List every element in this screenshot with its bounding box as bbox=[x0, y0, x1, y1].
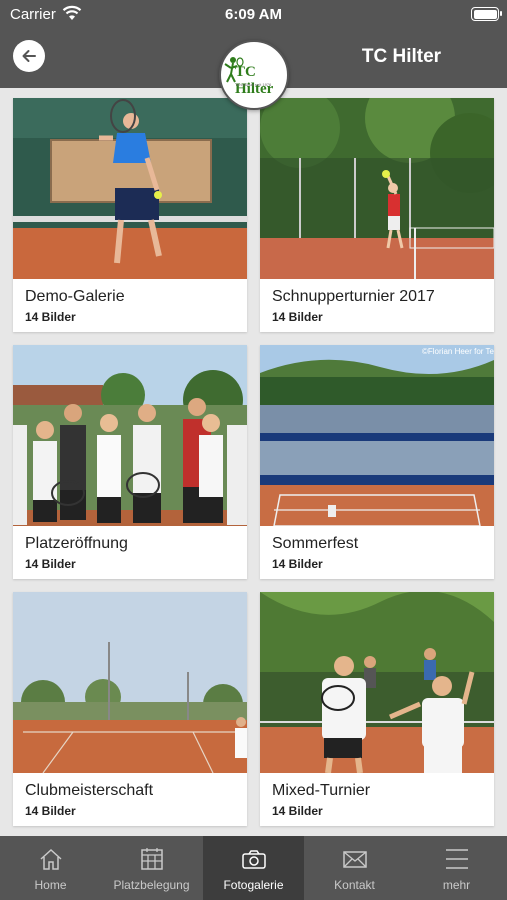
tab-bar: Home Platzbelegung Fotogalerie Kontakt m… bbox=[0, 836, 507, 900]
tab-label: Fotogalerie bbox=[223, 878, 284, 892]
tab-platzbelegung[interactable]: Platzbelegung bbox=[101, 836, 202, 900]
home-icon bbox=[40, 848, 62, 870]
menu-icon bbox=[446, 849, 468, 869]
club-logo: TC Hilter Tennisclub seit 1976 bbox=[219, 40, 289, 110]
tab-label: Home bbox=[34, 878, 67, 892]
calendar-grid-icon bbox=[141, 848, 163, 870]
battery-icon bbox=[471, 7, 502, 21]
gallery-card-platzeroeffnung[interactable]: Platzeröffnung 14 Bilder bbox=[13, 345, 247, 579]
tab-label: Platzbelegung bbox=[113, 878, 190, 892]
page-title: TC Hilter bbox=[361, 46, 442, 67]
logo-text: TC Hilter bbox=[235, 64, 274, 97]
gallery-thumbnail bbox=[260, 592, 494, 773]
gallery-card-schnupperturnier[interactable]: Schnupperturnier 2017 14 Bilder bbox=[260, 98, 494, 332]
gallery-title: Clubmeisterschaft bbox=[25, 782, 154, 799]
gallery-count: 14 Bilder bbox=[25, 557, 76, 571]
logo-subtitle: Tennisclub seit 1976 bbox=[235, 82, 272, 87]
gallery-title: Sommerfest bbox=[272, 535, 359, 552]
gallery-thumbnail: ©Florian Heer for Te bbox=[260, 345, 494, 526]
camera-icon bbox=[242, 850, 266, 869]
gallery-count: 14 Bilder bbox=[25, 804, 76, 818]
tab-fotogalerie[interactable]: Fotogalerie bbox=[203, 836, 304, 900]
gallery-card-demo[interactable]: Demo-Galerie 14 Bilder bbox=[13, 98, 247, 332]
status-bar: Carrier 6:09 AM bbox=[0, 0, 507, 30]
tab-label: Kontakt bbox=[334, 878, 375, 892]
gallery-card-clubmeisterschaft[interactable]: Clubmeisterschaft 14 Bilder bbox=[13, 592, 247, 826]
tab-label: mehr bbox=[442, 878, 471, 892]
gallery-count: 14 Bilder bbox=[272, 557, 323, 571]
envelope-icon bbox=[343, 851, 367, 868]
gallery-count: 14 Bilder bbox=[272, 804, 323, 818]
gallery-card-sommerfest[interactable]: ©Florian Heer for Te Sommerfest 14 Bilde… bbox=[260, 345, 494, 579]
gallery-thumbnail bbox=[13, 345, 247, 526]
gallery-count: 14 Bilder bbox=[25, 310, 76, 324]
gallery-title: Schnupperturnier 2017 bbox=[272, 288, 435, 305]
clock: 6:09 AM bbox=[225, 6, 282, 23]
arrow-left-icon bbox=[22, 50, 36, 62]
tab-home[interactable]: Home bbox=[0, 836, 101, 900]
tab-mehr[interactable]: mehr bbox=[406, 836, 507, 900]
back-button[interactable] bbox=[13, 40, 45, 72]
gallery-title: Mixed-Turnier bbox=[272, 782, 371, 799]
gallery-thumbnail bbox=[260, 98, 494, 279]
gallery-thumbnail bbox=[13, 592, 247, 773]
gallery-count: 14 Bilder bbox=[272, 310, 323, 324]
tab-kontakt[interactable]: Kontakt bbox=[304, 836, 405, 900]
gallery-thumbnail bbox=[13, 98, 247, 279]
photo-credit: ©Florian Heer for Te bbox=[422, 347, 494, 356]
gallery-title: Platzeröffnung bbox=[25, 535, 128, 552]
gallery-title: Demo-Galerie bbox=[25, 288, 125, 305]
gallery-card-mixed-turnier[interactable]: Mixed-Turnier 14 Bilder bbox=[260, 592, 494, 826]
photo-gallery: Demo-Galerie 14 Bilder Schnupperturnier … bbox=[0, 88, 507, 836]
